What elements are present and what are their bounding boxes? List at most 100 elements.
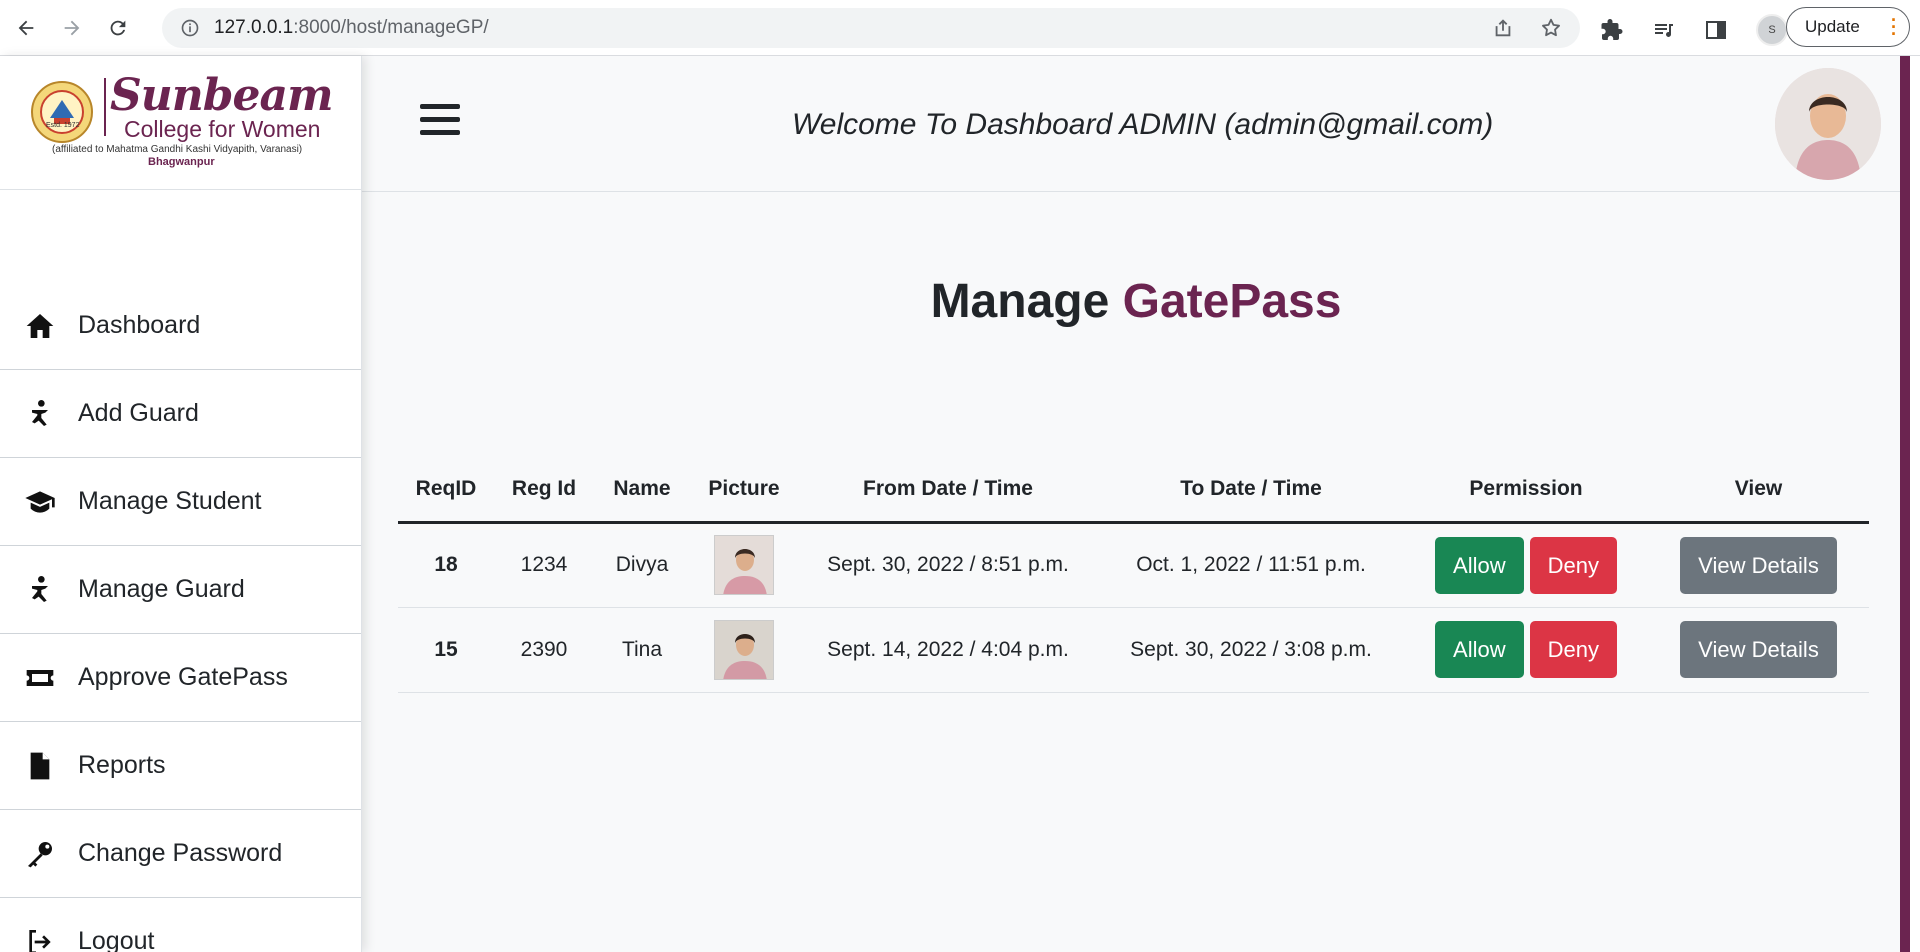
column-header: Reg Id (494, 458, 594, 524)
allow-button[interactable]: Allow (1435, 621, 1524, 678)
logo-affiliation: (affiliated to Mahatma Gandhi Kashi Vidy… (52, 144, 303, 155)
from-datetime-cell: Sept. 30, 2022 / 8:51 p.m. (798, 522, 1098, 608)
home-icon (22, 310, 58, 342)
url-host: 127.0.0.1 (214, 17, 294, 38)
file-icon (22, 750, 58, 782)
info-icon[interactable] (180, 18, 200, 38)
logo-estd: Estd. 1972 (46, 122, 80, 129)
view-cell: View Details (1648, 607, 1869, 693)
sidebar-item-reports[interactable]: Reports (0, 722, 361, 810)
sidebar-item-label: Change Password (78, 839, 283, 867)
sidebar: Estd. 1972 Sunbeam College for Women (af… (0, 56, 362, 952)
sidebar-item-change-password[interactable]: Change Password (0, 810, 361, 898)
from-datetime-cell: Sept. 14, 2022 / 4:04 p.m. (798, 607, 1098, 693)
back-button[interactable] (6, 8, 46, 48)
url-path: :8000/host/manageGP/ (293, 17, 489, 38)
college-logo[interactable]: Estd. 1972 Sunbeam College for Women (af… (0, 56, 361, 190)
reg-id-cell: 2390 (494, 607, 594, 693)
media-queue-icon[interactable] (1652, 18, 1676, 42)
logo-place: Bhagwanpur (148, 156, 215, 168)
column-header: ReqID (398, 458, 494, 524)
permission-cell: Allow Deny (1404, 607, 1648, 693)
more-vert-icon[interactable]: · · · (1891, 11, 1897, 43)
logo-subtitle: College for Women (124, 116, 321, 142)
address-bar[interactable]: 127.0.0.1:8000/host/manageGP/ (162, 8, 1580, 48)
page-title: Manage GatePass (362, 274, 1910, 329)
guard-icon (22, 398, 58, 430)
column-header: From Date / Time (798, 458, 1098, 524)
picture-cell (690, 522, 798, 608)
req-id-cell: 18 (398, 522, 494, 608)
sidebar-item-label: Manage Student (78, 487, 262, 515)
sidebar-item-manage-guard[interactable]: Manage Guard (0, 546, 361, 634)
page-title-bold: GatePass (1122, 275, 1342, 328)
gatepass-table-container: ReqID Reg Id Name Picture From Date / Ti… (398, 458, 1869, 693)
sidebar-item-label: Approve GatePass (78, 663, 288, 691)
forward-button[interactable] (52, 8, 92, 48)
admin-avatar[interactable] (1775, 68, 1881, 180)
welcome-message: Welcome To Dashboard ADMIN (admin@gmail.… (792, 108, 1494, 141)
sidebar-menu: Dashboard Add Guard Manage Student Manag… (0, 282, 361, 952)
sidebar-item-dashboard[interactable]: Dashboard (0, 282, 361, 370)
topbar: Welcome To Dashboard ADMIN (admin@gmail.… (362, 56, 1910, 192)
table-header-row: ReqID Reg Id Name Picture From Date / Ti… (398, 458, 1869, 524)
req-id-cell: 15 (398, 607, 494, 693)
reload-button[interactable] (98, 8, 138, 48)
url-text: 127.0.0.1:8000/host/manageGP/ (214, 17, 489, 39)
browser-toolbar: 127.0.0.1:8000/host/manageGP/ S Update ·… (0, 0, 1920, 56)
column-header: To Date / Time (1098, 458, 1404, 524)
page-title-plain: Manage (930, 275, 1123, 328)
sidebar-item-label: Logout (78, 927, 155, 952)
main-content: Welcome To Dashboard ADMIN (admin@gmail.… (362, 56, 1910, 952)
arrow-right-icon (64, 20, 80, 35)
deny-button[interactable]: Deny (1529, 621, 1617, 678)
star-icon[interactable] (1540, 17, 1562, 39)
sidebar-item-add-guard[interactable]: Add Guard (0, 370, 361, 458)
view-details-button[interactable]: View Details (1680, 621, 1837, 678)
sidebar-item-manage-student[interactable]: Manage Student (0, 458, 361, 546)
sidebar-item-label: Manage Guard (78, 575, 245, 603)
to-datetime-cell: Sept. 30, 2022 / 3:08 p.m. (1098, 607, 1404, 693)
key-icon (22, 838, 58, 870)
view-cell: View Details (1648, 522, 1869, 608)
picture-cell (690, 607, 798, 693)
permission-cell: Allow Deny (1404, 522, 1648, 608)
side-panel-icon[interactable] (1704, 18, 1728, 42)
gatepass-table: ReqID Reg Id Name Picture From Date / Ti… (398, 458, 1869, 693)
guard-icon (22, 574, 58, 606)
allow-button[interactable]: Allow (1435, 536, 1524, 594)
arrow-left-icon (18, 20, 34, 35)
name-cell: Divya (594, 522, 690, 608)
person-photo-icon (715, 536, 773, 594)
to-datetime-cell: Oct. 1, 2022 / 11:51 p.m. (1098, 522, 1404, 608)
column-header: Permission (1404, 458, 1648, 524)
student-photo (714, 535, 774, 595)
ticket-icon (22, 662, 58, 694)
student-photo (714, 619, 774, 680)
table-row: 18 1234 Divya Sept. 30, 2022 / 8:51 p.m.… (398, 522, 1869, 608)
profile-avatar[interactable]: S (1756, 14, 1788, 46)
column-header: Picture (690, 458, 798, 524)
app: Estd. 1972 Sunbeam College for Women (af… (0, 56, 1920, 952)
column-header: View (1648, 458, 1869, 524)
update-button[interactable]: Update · · · (1786, 7, 1910, 47)
sidebar-item-label: Add Guard (78, 399, 199, 427)
name-cell: Tina (594, 607, 690, 693)
table-row: 15 2390 Tina Sept. 14, 2022 / 4:04 p.m. … (398, 607, 1869, 693)
extensions-icon[interactable] (1600, 18, 1624, 42)
logo-title: Sunbeam (110, 70, 334, 121)
sidebar-item-label: Dashboard (78, 311, 201, 339)
view-details-button[interactable]: View Details (1680, 536, 1837, 594)
sidebar-item-logout[interactable]: Logout (0, 898, 361, 952)
sidebar-item-approve-gatepass[interactable]: Approve GatePass (0, 634, 361, 722)
sidebar-item-label: Reports (78, 751, 166, 779)
profile-initial: S (1768, 24, 1776, 36)
share-icon[interactable] (1492, 17, 1514, 39)
update-label: Update (1805, 17, 1860, 36)
deny-button[interactable]: Deny (1529, 536, 1617, 594)
college-seal-icon (31, 81, 93, 143)
menu-toggle-icon[interactable] (420, 104, 460, 142)
reg-id-cell: 1234 (494, 522, 594, 608)
graduation-cap-icon (22, 486, 58, 518)
scrollbar[interactable] (1900, 56, 1910, 952)
